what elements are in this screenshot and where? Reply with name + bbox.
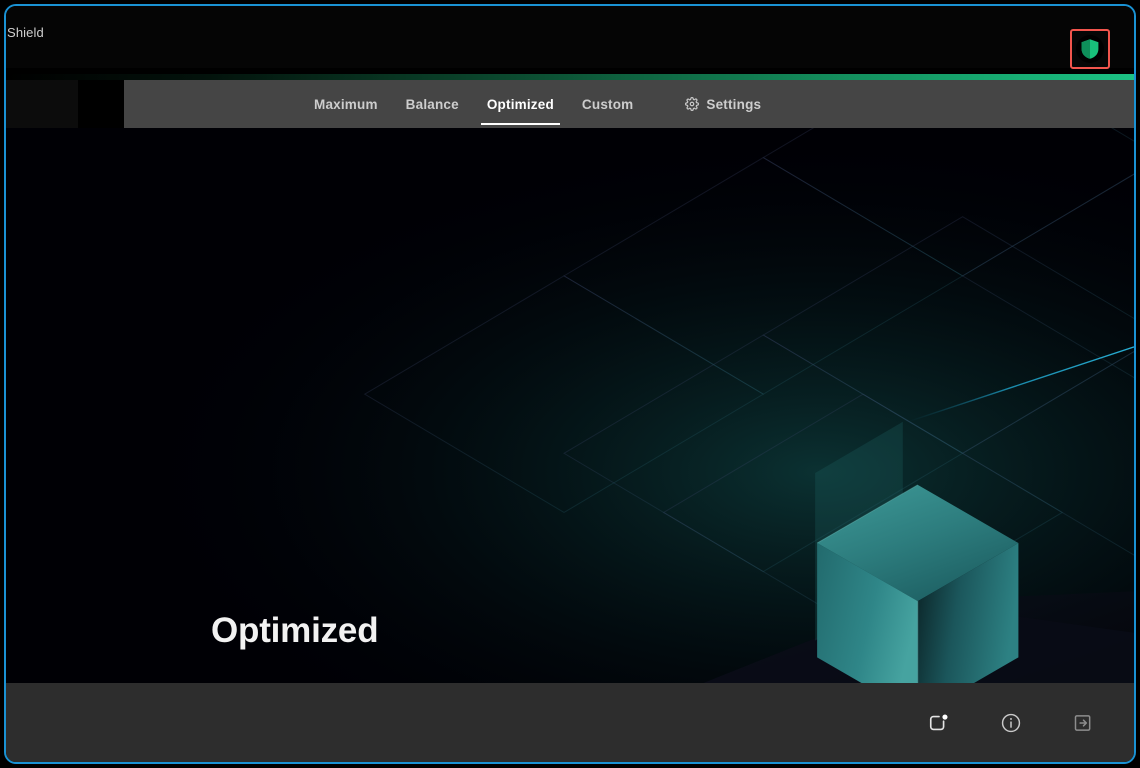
application-window: e Shield Maximum Balance	[4, 4, 1136, 764]
nav-item-balance[interactable]: Balance	[392, 80, 473, 128]
nav-label-optimized: Optimized	[487, 97, 554, 112]
nav-item-optimized[interactable]: Optimized	[473, 80, 568, 128]
shield-icon-disc	[1076, 35, 1104, 63]
nav-label-balance: Balance	[406, 97, 459, 112]
nav-item-maximum[interactable]: Maximum	[300, 80, 392, 128]
nav-label-settings: Settings	[706, 97, 761, 112]
nav-label-maximum: Maximum	[314, 97, 378, 112]
screenshot-canvas: e Shield Maximum Balance	[0, 0, 1140, 768]
mode-navigation-bar: Maximum Balance Optimized Custom S	[124, 80, 1134, 128]
nav-item-custom[interactable]: Custom	[568, 80, 647, 128]
nav-label-custom: Custom	[582, 97, 633, 112]
title-bar: e Shield	[6, 6, 1134, 68]
notification-icon[interactable]	[924, 708, 954, 738]
window-title: e Shield	[4, 25, 44, 40]
main-stage: Optimized	[6, 128, 1134, 683]
logout-icon[interactable]	[1068, 708, 1098, 738]
gear-icon	[685, 97, 699, 111]
nav-item-settings[interactable]: Settings	[671, 80, 775, 128]
bottom-toolbar	[6, 683, 1134, 762]
shield-icon	[1080, 38, 1100, 60]
page-title: Optimized	[211, 611, 378, 651]
info-icon[interactable]	[996, 708, 1026, 738]
brand-logo-block	[6, 80, 78, 128]
isometric-cube-artwork	[6, 128, 1134, 683]
protection-status-button[interactable]	[1070, 29, 1110, 69]
